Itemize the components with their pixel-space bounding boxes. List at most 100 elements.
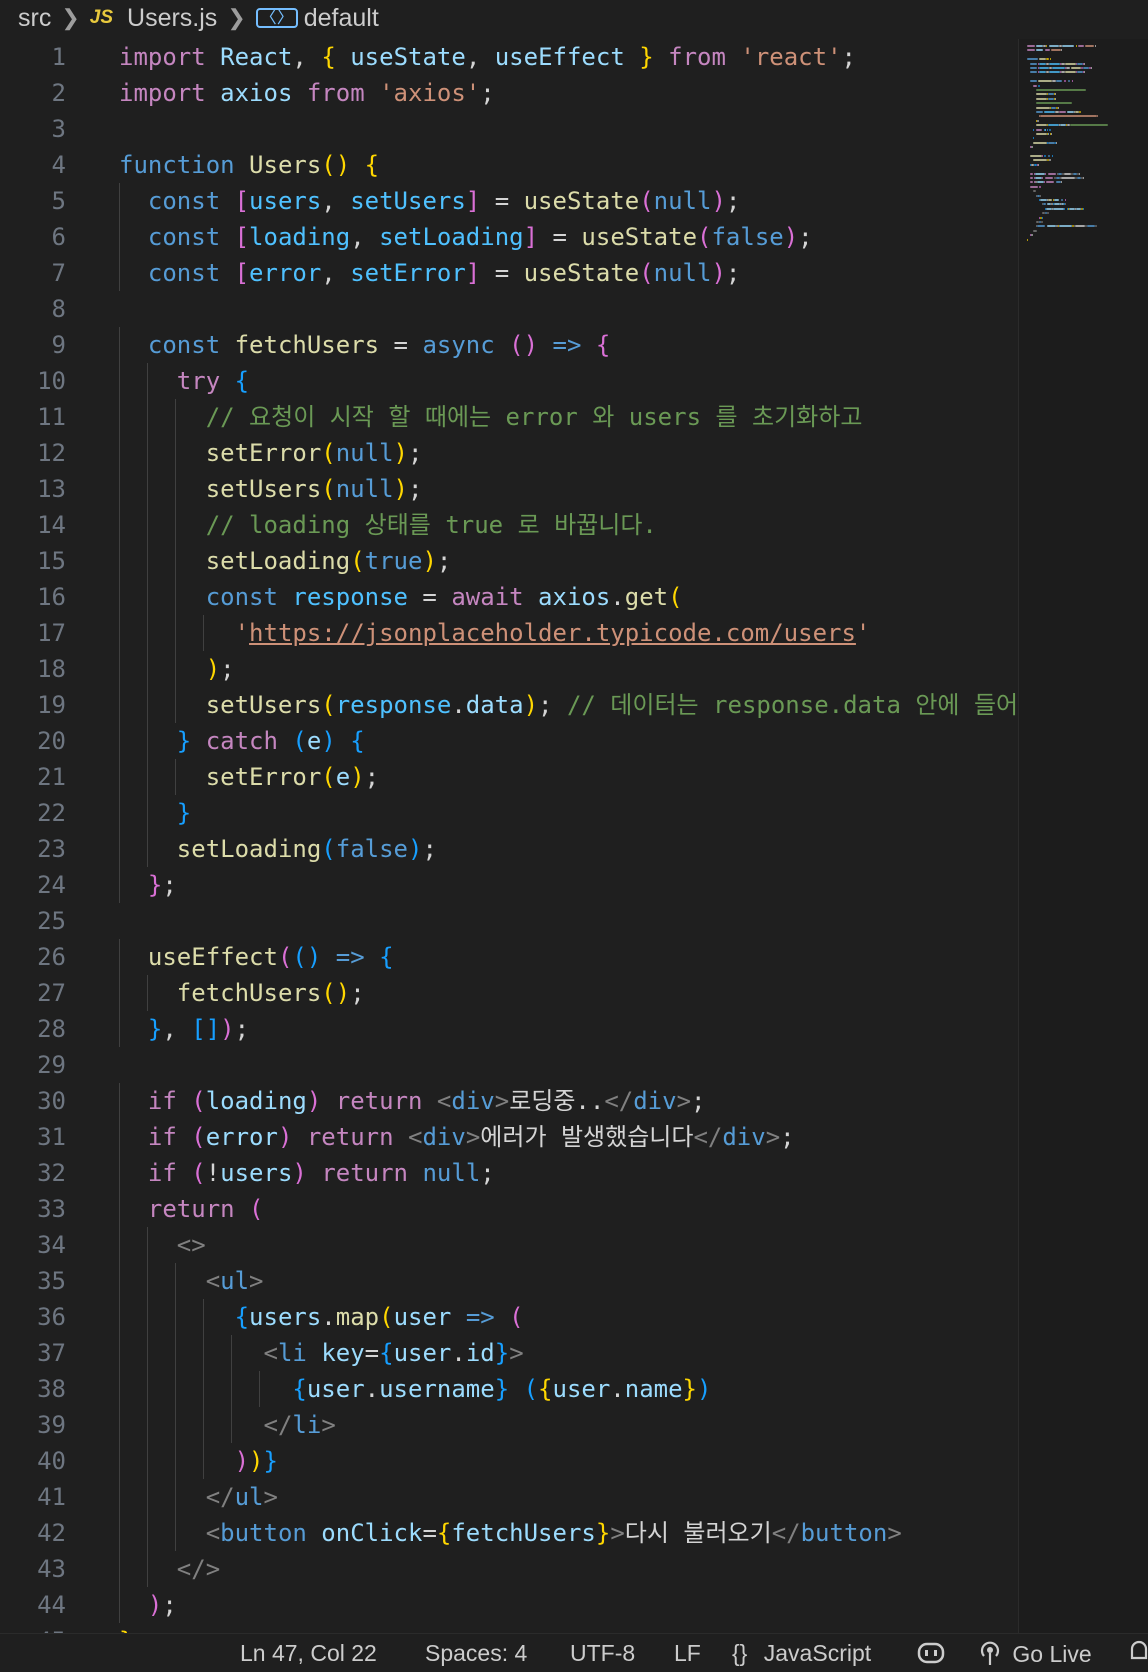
code-line[interactable]: 2 import axios from 'axios';	[0, 75, 1018, 111]
code-token: </	[205, 1483, 235, 1511]
code-line[interactable]: 25	[0, 903, 1018, 939]
indent-guide	[147, 363, 148, 399]
code-line[interactable]: 11 // 요청이 시작 할 때에는 error 와 users 를 초기화하고	[0, 399, 1018, 435]
code-line[interactable]: 24};	[0, 867, 1018, 903]
code-line[interactable]: 35 <ul>	[0, 1263, 1018, 1299]
line-number: 19	[37, 691, 66, 719]
line-number: 23	[37, 835, 66, 863]
code-token: catch	[205, 727, 278, 755]
code-token: }	[263, 1447, 278, 1475]
code-line[interactable]: 30 if (loading) return <div>로딩중..</div>;	[0, 1083, 1018, 1119]
code-line[interactable]: 17 'https://jsonplaceholder.typicode.com/…	[0, 615, 1018, 651]
indent-guide	[203, 1407, 204, 1443]
code-line[interactable]: 41 </ul>	[0, 1479, 1018, 1515]
minimap-stroke	[1053, 207, 1064, 210]
code-line[interactable]: 36 {users.map(user => (	[0, 1299, 1018, 1335]
code-line[interactable]: 27 fetchUsers();	[0, 975, 1018, 1011]
minimap-stroke	[1082, 67, 1090, 69]
eol-status[interactable]: LF	[674, 1640, 701, 1667]
bell-icon[interactable]	[1128, 1638, 1148, 1672]
code-token: const	[147, 331, 221, 359]
code-token: const	[147, 187, 221, 215]
code-line[interactable]: 45}	[0, 1623, 1018, 1633]
code-line[interactable]: 32 if (!users) return null;	[0, 1155, 1018, 1191]
code-line[interactable]: 37 <li key={user.id}>	[0, 1335, 1018, 1371]
code-line[interactable]: 10 try {	[0, 363, 1018, 399]
code-line[interactable]: 6 const [loading, setLoading] = useState(…	[0, 219, 1018, 255]
code-token: const	[147, 259, 221, 287]
breadcrumb-symbol[interactable]: default	[304, 4, 379, 33]
code-token: >	[765, 1123, 781, 1151]
line-number: 14	[37, 511, 66, 539]
line-number: 18	[37, 655, 66, 683]
code-token: useState	[350, 43, 466, 71]
code-line[interactable]: 4 function Users() {	[0, 147, 1018, 183]
code-line[interactable]: 31 if (error) return <div>에러가 발생했습니다</div…	[0, 1119, 1018, 1155]
indentation-status[interactable]: Spaces: 4	[425, 1640, 527, 1667]
minimap[interactable]	[1018, 39, 1148, 1633]
code-editor[interactable]: 1 import React, { useState, useEffect } f…	[0, 39, 1018, 1633]
breadcrumb-folder[interactable]: src	[18, 4, 51, 33]
code-line[interactable]: 8	[0, 291, 1018, 327]
code-token: name	[624, 1375, 683, 1403]
code-line[interactable]: 42 <button onClick={fetchUsers}>다시 불러오기</…	[0, 1515, 1018, 1551]
breadcrumb-file[interactable]: Users.js	[127, 4, 217, 33]
code-line[interactable]: 40))}	[0, 1443, 1018, 1479]
indent-guide	[147, 1299, 148, 1335]
code-line[interactable]: 39 </li>	[0, 1407, 1018, 1443]
minimap-stroke	[1038, 163, 1040, 166]
code-line[interactable]: 29	[0, 1047, 1018, 1083]
code-token: (	[292, 727, 307, 755]
code-token: {	[364, 151, 380, 179]
code-token: {	[436, 1519, 452, 1547]
code-line[interactable]: 5 const [users, setUsers] = useState(null…	[0, 183, 1018, 219]
code-token: users	[220, 1159, 293, 1187]
code-line[interactable]: 15 setLoading(true);	[0, 543, 1018, 579]
minimap-stroke	[1030, 155, 1043, 157]
minimap-stroke	[1043, 181, 1045, 184]
code-line[interactable]: 14 // loading 상태를 true 로 바꿉니다.	[0, 507, 1018, 543]
code-line[interactable]: 26 useEffect(() => {	[0, 939, 1018, 975]
code-line[interactable]: 43 </>	[0, 1551, 1018, 1587]
indent-guide	[175, 399, 176, 435]
code-line[interactable]: 22}	[0, 795, 1018, 831]
code-line[interactable]: 23 setLoading(false);	[0, 831, 1018, 867]
code-token: fetchUsers	[234, 331, 380, 359]
code-line[interactable]: 18);	[0, 651, 1018, 687]
minimap-stroke	[1036, 93, 1047, 96]
code-line[interactable]: 21 setError(e);	[0, 759, 1018, 795]
code-token: setUsers	[350, 187, 466, 215]
code-line[interactable]: 34 <>	[0, 1227, 1018, 1263]
code-line[interactable]: 13 setUsers(null);	[0, 471, 1018, 507]
code-line[interactable]: 12 setError(null);	[0, 435, 1018, 471]
code-token: ]	[465, 259, 481, 287]
language-mode[interactable]: {} JavaScript	[732, 1640, 871, 1667]
indent-guide	[147, 1515, 148, 1551]
code-token: ;	[725, 259, 741, 287]
code-line[interactable]: 38 {user.username} ({user.name})	[0, 1371, 1018, 1407]
code-line[interactable]: 33 return (	[0, 1191, 1018, 1227]
copilot-icon[interactable]	[916, 1638, 946, 1672]
minimap-stroke	[1048, 124, 1059, 127]
minimap-stroke	[1050, 133, 1053, 135]
code-text: import React, { useState, useEffect } fr…	[119, 39, 856, 75]
cursor-position[interactable]: Ln 47, Col 22	[240, 1640, 377, 1667]
code-line[interactable]: 16 const response = await axios.get(	[0, 579, 1018, 615]
code-line[interactable]: 1 import React, { useState, useEffect } f…	[0, 39, 1018, 75]
code-token: null	[653, 259, 712, 287]
code-line[interactable]: 7 const [error, setError] = useState(null…	[0, 255, 1018, 291]
code-line[interactable]: 9 const fetchUsers = async () => {	[0, 327, 1018, 363]
code-line[interactable]: 44);	[0, 1587, 1018, 1623]
code-token: =	[538, 223, 582, 251]
code-line[interactable]: 20} catch (e) {	[0, 723, 1018, 759]
code-line[interactable]: 3	[0, 111, 1018, 147]
encoding-status[interactable]: UTF-8	[570, 1640, 635, 1667]
code-token: >	[676, 1087, 692, 1115]
code-line[interactable]: 19 setUsers(response.data); // 데이터는 respo…	[0, 687, 1018, 723]
code-line[interactable]: 28}, []);	[0, 1011, 1018, 1047]
go-live-button[interactable]: Go Live	[978, 1640, 1092, 1668]
code-token: )	[711, 259, 726, 287]
code-token: response	[335, 691, 452, 719]
